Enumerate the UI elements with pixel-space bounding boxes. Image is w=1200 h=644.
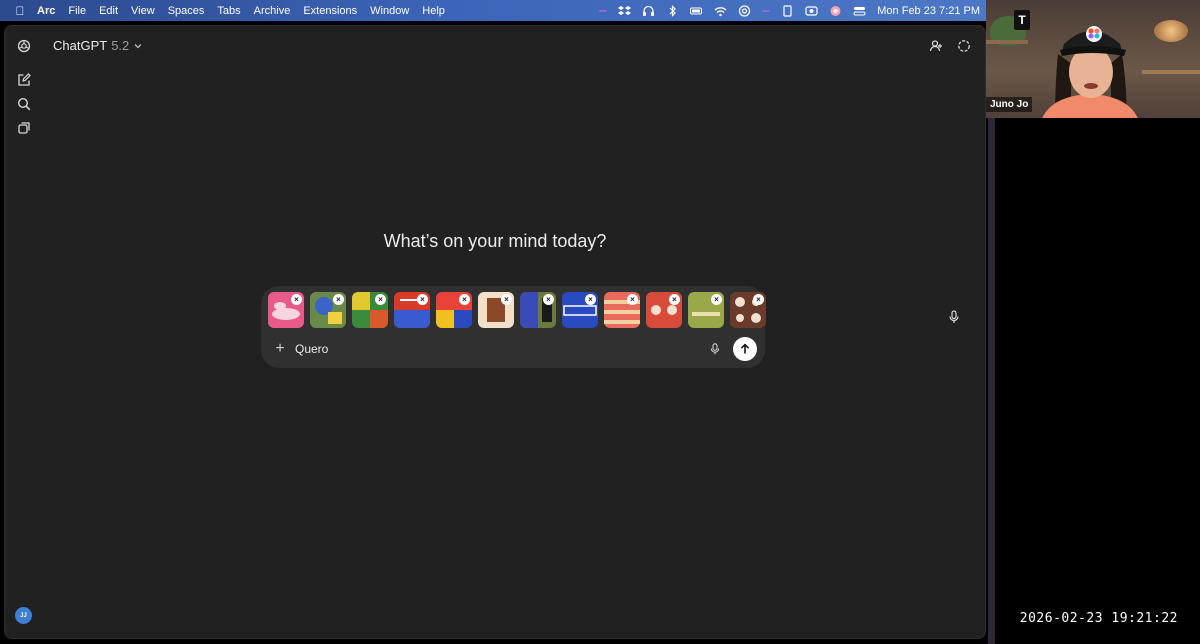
remove-attachment-close-icon[interactable]: ×: [585, 294, 596, 305]
headphones-icon[interactable]: [642, 5, 655, 17]
menu-archive[interactable]: Archive: [254, 5, 291, 17]
sidebar-rail: JJ: [5, 26, 43, 638]
remove-attachment-close-icon[interactable]: ×: [669, 294, 680, 305]
remove-attachment-close-icon[interactable]: ×: [543, 294, 554, 305]
search-icon[interactable]: [15, 95, 33, 113]
menu-spaces[interactable]: Spaces: [168, 5, 205, 17]
file-icon[interactable]: [781, 4, 794, 17]
attachment-thumbnail[interactable]: ×: [478, 292, 514, 328]
arrow-up-icon: [740, 343, 750, 354]
new-chat-icon[interactable]: [15, 71, 33, 89]
wifi-icon[interactable]: [714, 5, 727, 17]
library-icon[interactable]: [15, 119, 33, 137]
remove-attachment-close-icon[interactable]: ×: [333, 294, 344, 305]
menubar-clock[interactable]: Mon Feb 23 7:21 PM: [877, 5, 980, 17]
webcam-shelf: [986, 40, 1028, 44]
remove-attachment-close-icon[interactable]: ×: [459, 294, 470, 305]
control-center-icon[interactable]: [853, 5, 866, 17]
model-picker[interactable]: ChatGPT 5.2: [53, 38, 143, 53]
menu-tabs[interactable]: Tabs: [217, 5, 240, 17]
menu-extensions[interactable]: Extensions: [303, 5, 357, 17]
dictate-mic-icon[interactable]: [707, 341, 723, 357]
color-wheel-icon[interactable]: [829, 5, 842, 17]
attachment-thumbnail[interactable]: ×: [268, 292, 304, 328]
participant-name: Juno Jo: [986, 97, 1033, 112]
temporary-chat-icon[interactable]: [957, 39, 971, 53]
dropbox-icon[interactable]: [618, 5, 632, 17]
webcam-logo-badge: T: [1014, 10, 1030, 30]
status-icons: Mon Feb 23 7:21 PM: [599, 5, 980, 17]
at-sign-icon[interactable]: [738, 4, 751, 17]
chevron-down-icon: [134, 43, 142, 48]
attachment-thumbnail[interactable]: ×: [646, 292, 682, 328]
menu-edit[interactable]: Edit: [99, 5, 118, 17]
voice-mode-mic-icon[interactable]: [947, 310, 963, 326]
share-person-icon[interactable]: [929, 39, 943, 53]
remove-attachment-close-icon[interactable]: ×: [501, 294, 512, 305]
attachment-thumbnail[interactable]: ×: [436, 292, 472, 328]
composer-input-row: +: [271, 336, 757, 362]
menu-help[interactable]: Help: [422, 5, 445, 17]
menu-app-name[interactable]: Arc: [37, 5, 55, 17]
battery-icon[interactable]: [690, 5, 703, 17]
remove-attachment-close-icon[interactable]: ×: [627, 294, 638, 305]
add-attachment-button[interactable]: +: [271, 340, 289, 358]
macos-menu-bar:  Arc File Edit View Spaces Tabs Archive…: [0, 0, 988, 21]
attachment-strip: × × × × × × × × × × × ×: [268, 292, 766, 328]
remove-attachment-close-icon[interactable]: ×: [753, 294, 764, 305]
window-edge: [988, 118, 995, 644]
menu-file[interactable]: File: [68, 5, 86, 17]
keyboard-status-icon[interactable]: [599, 9, 608, 12]
attachment-thumbnail[interactable]: ×: [520, 292, 556, 328]
attachment-thumbnail[interactable]: ×: [730, 292, 766, 328]
webcam-overlay: T Juno Jo: [986, 0, 1200, 118]
user-avatar[interactable]: JJ: [15, 607, 32, 624]
attachment-thumbnail[interactable]: ×: [688, 292, 724, 328]
prompt-input[interactable]: [295, 342, 707, 356]
chatgpt-window: JJ ChatGPT 5.2 What’s on your mind today…: [4, 25, 986, 639]
bluetooth-icon[interactable]: [666, 4, 679, 17]
apple-menu-icon[interactable]: : [10, 4, 30, 18]
remove-attachment-close-icon[interactable]: ×: [711, 294, 722, 305]
header-actions: [929, 39, 971, 53]
screen-mirror-icon[interactable]: [762, 9, 771, 12]
attachment-thumbnail[interactable]: ×: [352, 292, 388, 328]
recording-timestamp: 2026-02-23 19:21:22: [1019, 611, 1178, 626]
menu-window[interactable]: Window: [370, 5, 409, 17]
attachment-thumbnail[interactable]: ×: [604, 292, 640, 328]
menu-view[interactable]: View: [131, 5, 155, 17]
page-headline: What’s on your mind today?: [383, 231, 607, 251]
remove-attachment-close-icon[interactable]: ×: [375, 294, 386, 305]
chat-composer: × × × × × × × × × × × × +: [261, 286, 766, 368]
webcam-shelf-right: [1142, 70, 1200, 74]
attachment-thumbnail[interactable]: ×: [562, 292, 598, 328]
camera-icon[interactable]: [805, 5, 818, 17]
model-version: 5.2: [111, 38, 130, 53]
attachment-thumbnail[interactable]: ×: [310, 292, 346, 328]
send-button[interactable]: [733, 337, 757, 361]
openai-logo-icon[interactable]: [15, 37, 33, 55]
attachment-thumbnail[interactable]: ×: [394, 292, 430, 328]
remove-attachment-close-icon[interactable]: ×: [417, 294, 428, 305]
webcam-person: [1042, 26, 1138, 118]
webcam-lamp: [1154, 20, 1188, 42]
remove-attachment-close-icon[interactable]: ×: [291, 294, 302, 305]
model-name: ChatGPT: [53, 38, 108, 53]
